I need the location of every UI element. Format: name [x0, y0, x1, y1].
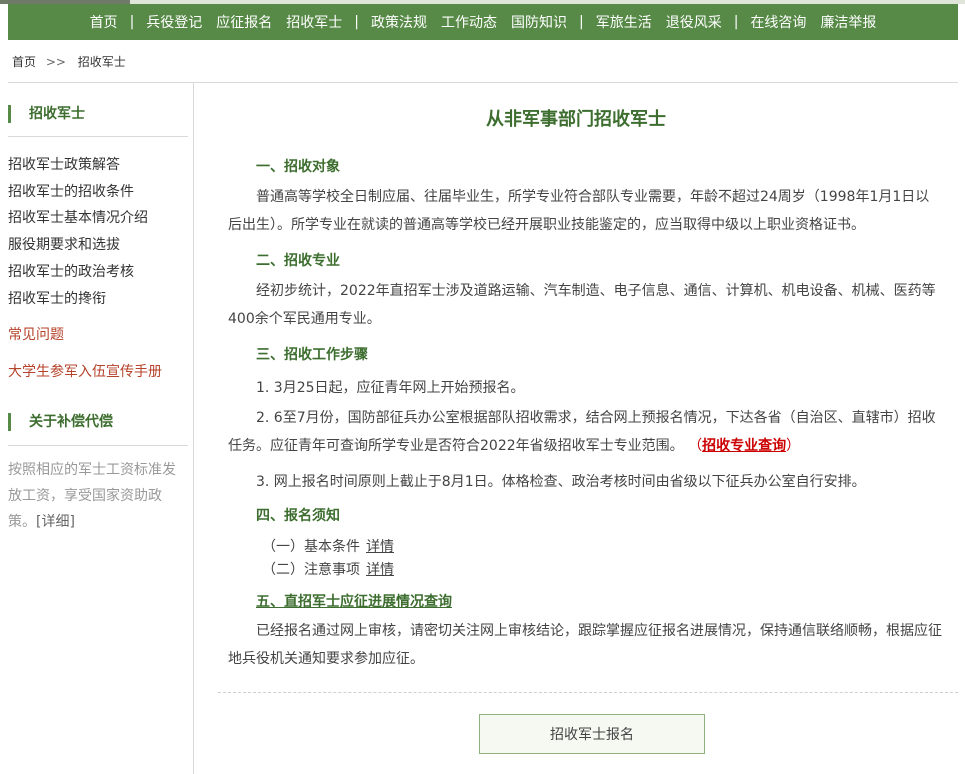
nav-separator: | [129, 14, 135, 30]
section-major-heading: 二、招收专业 [256, 253, 340, 269]
nav-item-3[interactable]: 应征报名 [209, 12, 279, 32]
step-3: 3. 网上报名时间原则上截止于8月1日。体格检查、政治考核时间由省级以下征兵办公… [256, 474, 866, 490]
main-nav: 首页 | 兵役登记 应征报名 招收军士 | 政策法规 工作动态 国防知识 | 军旅生活 退役风采 | 在线… [8, 4, 958, 40]
breadcrumb: 首页 >> 招收军士 [12, 53, 132, 70]
sidebar-heading-compensation: 关于补偿代偿 [8, 413, 113, 431]
nav-item-2[interactable]: 兵役登记 [139, 12, 209, 32]
nav-separator: | [579, 14, 584, 30]
notice-basic-label: （一）基本条件 [262, 539, 360, 555]
sidebar-item-faq[interactable]: 常见问题 [8, 324, 64, 344]
nav-item-6[interactable]: 政策法规 [364, 12, 434, 32]
page-title: 从非军事部门招收军士 [486, 109, 666, 130]
sidebar-note-text: 按照相应的军士工资标准发放工资，享受国家资助政策。 [8, 462, 176, 530]
step-2-text: 2. 6至7月份，国防部征兵办公室根据部队招收需求，结合网上预报名情况，下达各省… [228, 410, 936, 454]
sidebar-item-policy[interactable]: 招收军士政策解答 [8, 154, 120, 174]
step-2-close: ） [786, 438, 801, 454]
header-divider [8, 82, 958, 83]
nav-separator: | [733, 14, 739, 30]
section-progress-text: 已经报名通过网上审核，请密切关注网上审核结论，跟踪掌握应征报名进展情况，保持通信… [228, 623, 942, 667]
breadcrumb-current[interactable]: 招收军士 [78, 55, 126, 69]
step-1: 1. 3月25日起，应征青年网上开始预报名。 [256, 380, 525, 396]
sidebar-item-political[interactable]: 招收军士的政治考核 [8, 261, 134, 281]
recruit-signup-button[interactable]: 招收军士报名 [479, 714, 705, 754]
notice-basic: （一）基本条件 详情 [262, 536, 394, 556]
notice-basic-detail-link[interactable]: 详情 [366, 539, 394, 555]
nav-item-11[interactable]: 退役风采 [659, 12, 729, 32]
sidebar-heading-recruit: 招收军士 [8, 105, 85, 123]
section-notice-heading: 四、报名须知 [256, 508, 340, 524]
sidebar-note: 按照相应的军士工资标准发放工资，享受国家资助政策。[详细] [8, 457, 186, 535]
major-query-link[interactable]: 招收专业查询 [702, 438, 786, 454]
notice-attention-detail-link[interactable]: 详情 [366, 562, 394, 578]
notice-attention: （二）注意事项 详情 [262, 559, 394, 579]
breadcrumb-separator: >> [45, 55, 66, 69]
nav-separator: | [354, 14, 359, 30]
breadcrumb-home[interactable]: 首页 [12, 55, 36, 69]
nav-item-8[interactable]: 国防知识 [504, 12, 574, 32]
progress-query-link[interactable]: 五、直招军士应征进展情况查询 [256, 591, 452, 611]
section-steps-heading: 三、招收工作步骤 [256, 347, 368, 363]
nav-item-14[interactable]: 廉洁举报 [813, 12, 883, 32]
section-target-heading: 一、招收对象 [256, 159, 340, 175]
step-2-open: （ [688, 438, 703, 454]
content-divider [218, 692, 958, 693]
sidebar-compensation-divider [8, 445, 188, 446]
nav-item-10[interactable]: 军旅生活 [589, 12, 659, 32]
sidebar-item-intro[interactable]: 招收军士基本情况介绍 [8, 207, 148, 227]
notice-attention-label: （二）注意事项 [262, 562, 360, 578]
sidebar-item-rank[interactable]: 招收军士的搀衔 [8, 288, 106, 308]
sidebar-item-conditions[interactable]: 招收军士的招收条件 [8, 181, 134, 201]
nav-item-13[interactable]: 在线咨询 [743, 12, 813, 32]
sidebar-heading-divider [8, 136, 188, 137]
nav-item-0[interactable]: 首页 [83, 12, 125, 32]
sidebar-divider [193, 83, 194, 774]
sidebar-item-handbook[interactable]: 大学生参军入伍宣传手册 [8, 361, 162, 381]
sidebar-more-link[interactable]: [详细] [36, 514, 75, 530]
section-major-text: 经初步统计，2022年直招军士涉及道路运输、汽车制造、电子信息、通信、计算机、机… [228, 283, 936, 327]
nav-item-4[interactable]: 招收军士 [279, 12, 349, 32]
section-target-text: 普通高等学校全日制应届、往届毕业生，所学专业符合部队专业需要，年龄不超过24周岁… [228, 189, 930, 233]
step-2: 2. 6至7月份，国防部征兵办公室根据部队招收需求，结合网上预报名情况，下达各省… [228, 404, 943, 460]
sidebar-item-service[interactable]: 服役期要求和选拔 [8, 234, 120, 254]
nav-item-7[interactable]: 工作动态 [434, 12, 504, 32]
